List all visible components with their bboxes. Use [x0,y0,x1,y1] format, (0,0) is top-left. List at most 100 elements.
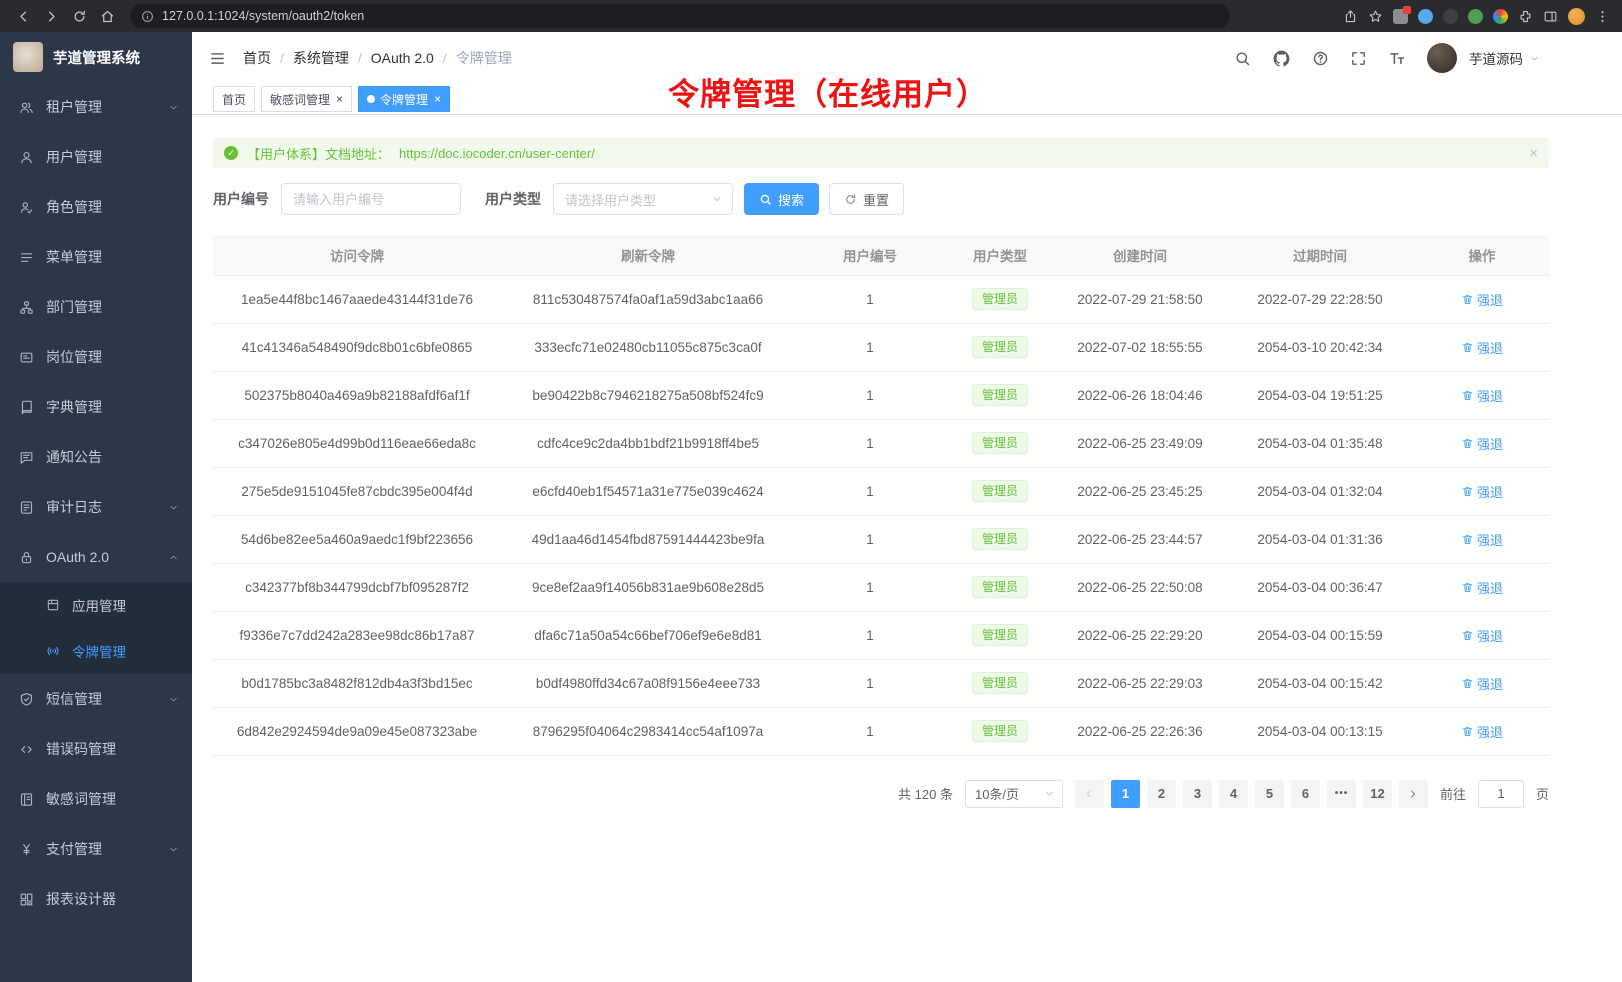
bookmark-star-icon[interactable] [1368,9,1383,24]
sidebar-item-audit-log[interactable]: 审计日志 [0,482,192,532]
force-logout-button[interactable]: 强退 [1461,386,1503,405]
browser-menu-icon[interactable] [1595,9,1610,24]
table-row: 275e5de9151045fe87cbdc395e004f4de6cfd40e… [213,467,1549,515]
sidebar-subitem-token-management[interactable]: 令牌管理 [0,628,192,674]
tag-close-icon[interactable]: × [336,93,343,105]
force-logout-label: 强退 [1477,626,1503,645]
side-panel-icon[interactable] [1543,9,1558,24]
force-logout-button[interactable]: 强退 [1461,290,1503,309]
reset-button[interactable]: 重置 [829,183,904,215]
force-logout-button[interactable]: 强退 [1461,578,1503,597]
reset-button-label: 重置 [863,190,889,209]
goto-label: 前往 [1440,784,1466,803]
page-button-6[interactable]: 6 [1291,780,1320,808]
force-logout-button[interactable]: 强退 [1461,674,1503,693]
page-button-3[interactable]: 3 [1183,780,1212,808]
sidebar-subitem-app-management[interactable]: 应用管理 [0,582,192,628]
next-page-button[interactable] [1399,780,1428,808]
page-button-12[interactable]: 12 [1363,780,1392,808]
sidebar-item-pay-management[interactable]: 支付管理 [0,824,192,874]
page-button-4[interactable]: 4 [1219,780,1248,808]
user-id-input[interactable] [281,183,461,215]
sidebar-item-dict-management[interactable]: 字典管理 [0,382,192,432]
sidebar-item-oauth2[interactable]: OAuth 2.0 [0,532,192,582]
expire-time-cell: 2054-03-04 01:35:48 [1225,419,1415,467]
access-token-cell: 54d6be82ee5a460a9aedc1f9bf223656 [213,515,501,563]
user-type-cell: 管理员 [945,515,1055,563]
extension-icon[interactable] [1393,9,1408,24]
user-id-cell: 1 [795,659,945,707]
github-icon[interactable] [1272,49,1291,68]
app-logo[interactable]: 芋道管理系统 [0,32,192,82]
share-icon[interactable] [1343,9,1358,24]
user-id-cell: 1 [795,323,945,371]
page-button-1[interactable]: 1 [1111,780,1140,808]
caret-down-icon [1529,53,1540,64]
breadcrumb-item[interactable]: OAuth 2.0 [371,50,434,66]
page-size-select[interactable]: 10条/页 [965,780,1063,808]
tag-home[interactable]: 首页 [213,86,255,112]
force-logout-button[interactable]: 强退 [1461,338,1503,357]
table-row: 41c41346a548490f9dc8b01c6bfe0865333ecfc7… [213,323,1549,371]
sidebar-item-role-management[interactable]: 角色管理 [0,182,192,232]
fullscreen-icon[interactable] [1350,50,1367,67]
browser-forward-icon[interactable] [38,4,64,28]
sidebar-item-post-management[interactable]: 岗位管理 [0,332,192,382]
force-logout-button[interactable]: 强退 [1461,434,1503,453]
browser-reload-icon[interactable] [66,4,92,28]
force-logout-button[interactable]: 强退 [1461,482,1503,501]
search-icon[interactable] [1234,50,1251,67]
font-size-icon[interactable] [1388,49,1406,67]
force-logout-button[interactable]: 强退 [1461,626,1503,645]
user-type-placeholder: 请选择用户类型 [565,190,656,209]
search-button[interactable]: 搜索 [744,183,819,215]
extensions-puzzle-icon[interactable] [1518,9,1533,24]
tag-sensitive-word[interactable]: 敏感词管理× [261,86,352,112]
site-info-icon[interactable] [141,10,154,23]
page-button-5[interactable]: 5 [1255,780,1284,808]
sidebar-item-sensitive-word-management[interactable]: 敏感词管理 [0,774,192,824]
user-type-select[interactable]: 请选择用户类型 [553,183,733,215]
extension-icon[interactable] [1493,9,1508,24]
sidebar-item-dept-management[interactable]: 部门管理 [0,282,192,332]
user-avatar[interactable] [1427,43,1457,73]
extension-icon[interactable] [1468,9,1483,24]
page-button-2[interactable]: 2 [1147,780,1176,808]
sidebar-item-report-designer[interactable]: 报表设计器 [0,874,192,924]
tag-token[interactable]: 令牌管理× [358,86,450,112]
expire-time-cell: 2054-03-04 00:13:15 [1225,707,1415,755]
alert-link[interactable]: https://doc.iocoder.cn/user-center/ [399,146,595,161]
delete-icon [1461,485,1474,498]
browser-back-icon[interactable] [10,4,36,28]
sidebar-item-tenant-management[interactable]: 租户管理 [0,82,192,132]
sidebar-item-menu-management[interactable]: 菜单管理 [0,232,192,282]
user-menu[interactable]: 芋道源码 [1469,48,1540,68]
chevron-right-icon [1407,788,1419,800]
page-ellipsis[interactable]: ••• [1327,780,1356,808]
sidebar-toggle-icon[interactable] [209,50,226,67]
extension-icon[interactable] [1443,9,1458,24]
prev-page-button[interactable] [1075,780,1104,808]
sidebar-item-notice-management[interactable]: 通知公告 [0,432,192,482]
breadcrumb-item[interactable]: 首页 [243,48,271,68]
breadcrumb-item[interactable]: 系统管理 [293,48,349,68]
dict-book-icon [19,400,34,415]
address-bar[interactable]: 127.0.0.1:1024/system/oauth2/token [130,4,1230,28]
sidebar-item-error-code-management[interactable]: 错误码管理 [0,724,192,774]
tag-close-icon[interactable]: × [434,93,441,105]
force-logout-button[interactable]: 强退 [1461,530,1503,549]
sidebar-item-label: 部门管理 [46,297,102,317]
extension-icon[interactable] [1418,9,1433,24]
delete-icon [1461,725,1474,738]
sidebar-item-user-management[interactable]: 用户管理 [0,132,192,182]
browser-home-icon[interactable] [94,4,120,28]
expire-time-cell: 2054-03-04 00:36:47 [1225,563,1415,611]
browser-profile-avatar[interactable] [1568,8,1585,25]
refresh-token-cell: 811c530487574fa0af1a59d3abc1aa66 [501,275,795,323]
goto-page-input[interactable] [1478,780,1524,808]
force-logout-button[interactable]: 强退 [1461,722,1503,741]
alert-close-icon[interactable]: × [1529,145,1538,162]
docs-help-icon[interactable] [1312,50,1329,67]
sidebar-item-sms-management[interactable]: 短信管理 [0,674,192,724]
page-size-value: 10条/页 [975,784,1019,803]
